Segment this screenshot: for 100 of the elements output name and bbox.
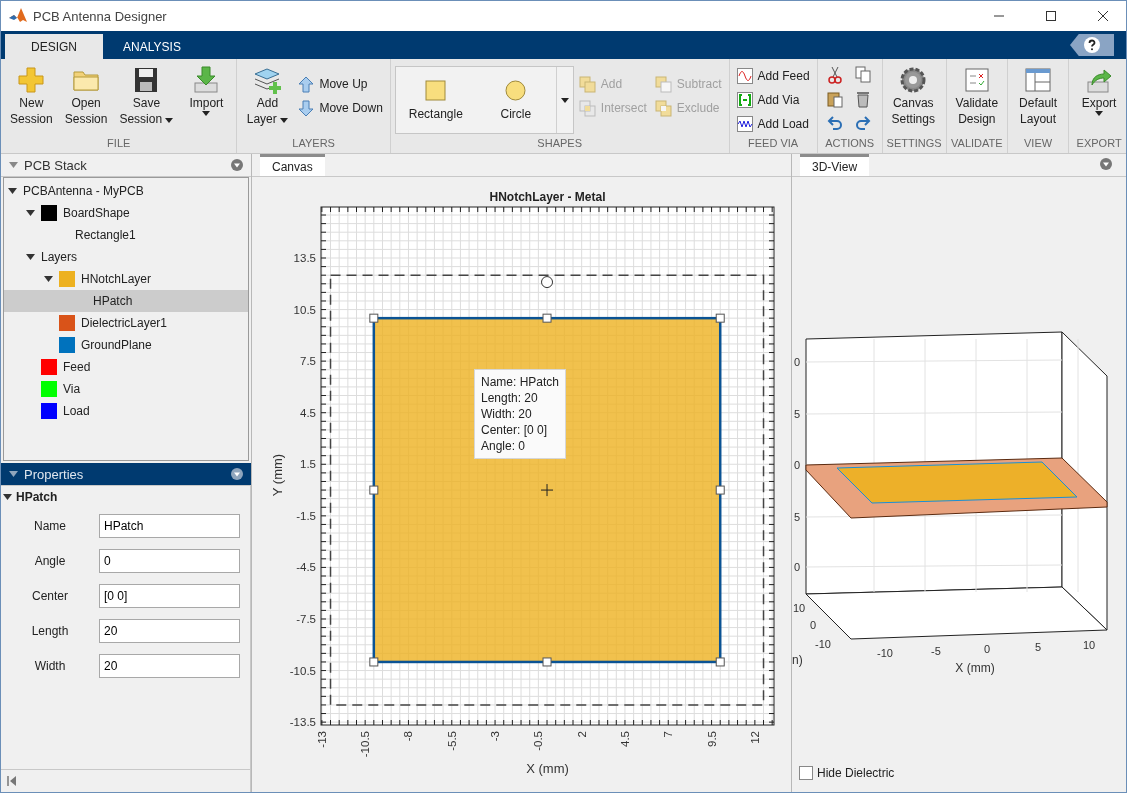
ribbon-tab[interactable]: DESIGN	[5, 34, 103, 59]
tree-label: Load	[63, 404, 90, 418]
copy-icon	[854, 66, 871, 84]
panel-title: Properties	[24, 466, 85, 482]
input-field[interactable]: 20	[99, 653, 240, 678]
field-label: Width	[33, 658, 67, 673]
ribbon-button[interactable]: Add Feed	[733, 65, 813, 87]
tree-label: Via	[63, 382, 81, 396]
tree-item[interactable]: GroundPlane	[4, 334, 248, 356]
close-icon	[1098, 11, 1108, 21]
axis-tick-label: -0.5	[532, 731, 545, 751]
collapse-triangle-icon[interactable]	[9, 471, 18, 477]
axis-tick-label: -5	[931, 645, 941, 657]
document-tab[interactable]: 3D-View	[800, 154, 870, 176]
tree-label: Rectangle1	[75, 228, 136, 242]
down-arrow-icon	[298, 99, 315, 117]
ribbon-button[interactable]: Canvas Settings	[886, 63, 940, 129]
collapse-panel-icon[interactable]	[7, 776, 17, 786]
gallery-item[interactable]: Rectangle	[395, 67, 476, 133]
square-shape-icon	[425, 79, 447, 101]
collapse-triangle-icon[interactable]	[3, 494, 12, 500]
checkbox[interactable]	[799, 766, 813, 780]
subtract-shapes-icon	[654, 75, 672, 93]
axis-tick-label: 0	[794, 356, 801, 368]
expand-triangle-icon[interactable]	[26, 210, 35, 216]
resize-handle[interactable]	[542, 657, 552, 667]
axis-tick-label: -7.5	[296, 613, 316, 625]
rotate-handle[interactable]	[541, 276, 554, 289]
tooltip-line: Angle: 0	[481, 438, 527, 454]
input-field[interactable]: [0 0]	[99, 583, 240, 608]
tree-item[interactable]: PCBAntenna - MyPCB	[4, 180, 248, 202]
ribbon-button[interactable]: Move Down	[295, 97, 386, 119]
axis-tick-label: 0	[794, 561, 801, 573]
tree-item[interactable]: HPatch	[4, 290, 248, 312]
sine-wave-icon	[736, 68, 753, 84]
expand-triangle-icon[interactable]	[8, 188, 17, 194]
tree-item[interactable]: Rectangle1	[4, 224, 248, 246]
ribbon-button[interactable]: Export	[1073, 63, 1126, 118]
expand-triangle-icon[interactable]	[44, 276, 53, 282]
tree-item[interactable]: HNotchLayer	[4, 268, 248, 290]
ribbon-button[interactable]: Add Via	[733, 89, 813, 111]
field-label: Name	[33, 518, 67, 533]
ribbon-button[interactable]: Add Load	[733, 113, 813, 135]
axis-tick-label: -10	[877, 647, 893, 659]
group-label: SETTINGS	[886, 137, 942, 151]
axis-tick-label: 2	[575, 731, 588, 738]
axis-label: Y (mm)	[270, 453, 285, 497]
ribbon-button[interactable]: Add Layer	[241, 63, 294, 129]
axis-tick-label: 4.5	[300, 406, 316, 419]
up-arrow-icon	[298, 75, 315, 93]
caret-icon	[1095, 111, 1104, 116]
axis-tick-label: 7.5	[300, 355, 316, 368]
input-field[interactable]: HPatch	[99, 513, 240, 538]
union-shapes-icon	[578, 75, 596, 93]
ribbon-tab[interactable]: ANALYSIS	[103, 34, 201, 59]
axis-tick-label: -10.5	[359, 731, 372, 758]
redo-arrow-icon	[854, 114, 871, 132]
axis-tick-label: 0	[809, 619, 816, 631]
help-icon	[1084, 37, 1100, 53]
document-tab[interactable]: Canvas	[260, 154, 325, 176]
tree-item[interactable]: Feed	[4, 356, 248, 378]
tree-item[interactable]: Layers	[4, 246, 248, 268]
panel-menu-icon[interactable]	[231, 468, 243, 480]
gallery-item[interactable]: Circle	[475, 67, 556, 133]
ribbon-button[interactable]: Save Session	[114, 63, 179, 129]
tree-item[interactable]: Via	[4, 378, 248, 400]
resize-handle[interactable]	[369, 657, 379, 667]
tree-item[interactable]: DielectricLayer1	[4, 312, 248, 334]
maximize-icon	[1046, 11, 1056, 21]
resize-handle[interactable]	[369, 313, 379, 323]
group-label: FEED VIA	[747, 137, 800, 151]
hide-dielectric-checkbox[interactable]: Hide Dielectric	[799, 766, 895, 780]
clipboard-icon	[826, 90, 843, 108]
tree-label: GroundPlane	[81, 338, 152, 352]
ribbon-button[interactable]: New Session	[5, 63, 58, 129]
resize-handle[interactable]	[542, 313, 552, 323]
ribbon-button[interactable]: Import	[180, 63, 233, 118]
help-button[interactable]	[1070, 34, 1114, 56]
ribbon-button[interactable]: Open Session	[59, 63, 113, 129]
tree-item[interactable]: BoardShape	[4, 202, 248, 224]
ribbon-button[interactable]: Move Up	[295, 73, 386, 95]
resize-handle[interactable]	[715, 485, 725, 495]
resize-handle[interactable]	[715, 657, 725, 667]
tree-item[interactable]: Load	[4, 400, 248, 422]
group-label: VALIDATE	[950, 137, 1004, 151]
window-title: PCB Antenna Designer	[33, 8, 168, 24]
resize-handle[interactable]	[715, 313, 725, 323]
panel-title: PCB Stack	[24, 157, 88, 173]
input-field[interactable]: 20	[99, 618, 240, 643]
undo-arrow-icon	[826, 114, 843, 132]
resize-handle[interactable]	[369, 485, 379, 495]
ribbon-button[interactable]: Validate Design	[950, 63, 1004, 129]
ribbon-button[interactable]: Default Layout	[1012, 63, 1065, 129]
patch-rectangle[interactable]	[372, 316, 722, 664]
axis-tick-label: 0	[983, 643, 991, 655]
tree-label: HNotchLayer	[81, 272, 152, 286]
axis-tick-label: -3	[489, 731, 502, 742]
input-field[interactable]: 0	[99, 548, 240, 573]
expand-triangle-icon[interactable]	[26, 254, 35, 260]
circle-shape-icon	[505, 79, 527, 101]
